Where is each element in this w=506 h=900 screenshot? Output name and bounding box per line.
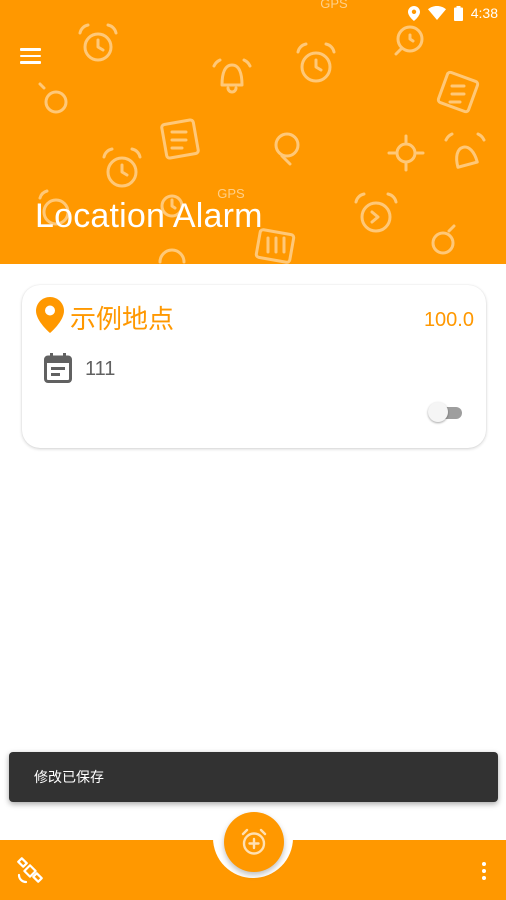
crosshair-icon xyxy=(387,134,425,172)
bell-icon xyxy=(444,132,486,169)
calendar-icon xyxy=(44,353,72,383)
more-vertical-icon[interactable] xyxy=(474,857,494,885)
alarm-clock-icon xyxy=(158,248,186,264)
radius-value: 100.0 xyxy=(423,309,474,331)
alarm-clock-icon xyxy=(354,192,398,233)
alarm-card[interactable]: 示例地点 100.0 111 xyxy=(22,285,486,448)
location-name: 示例地点 xyxy=(70,305,175,335)
battery-icon xyxy=(453,5,463,21)
watch-icon xyxy=(38,82,68,114)
alarm-clock-icon xyxy=(78,23,118,62)
status-time: 4:38 xyxy=(470,5,498,21)
watch-icon xyxy=(394,25,424,56)
watch-icon xyxy=(274,132,300,166)
alarm-enable-toggle[interactable] xyxy=(428,401,464,423)
watch-icon xyxy=(431,224,456,255)
snackbar-message: 修改已保存 xyxy=(34,770,104,786)
wifi-icon xyxy=(427,6,446,20)
alarm-clock-icon xyxy=(296,42,336,83)
document-icon xyxy=(160,118,200,160)
satellite-button[interactable] xyxy=(14,855,46,887)
location-pin-icon xyxy=(407,5,420,21)
add-alarm-button[interactable] xyxy=(224,812,284,872)
status-bar: 4:38 xyxy=(0,0,506,26)
satellite-icon xyxy=(17,857,43,884)
app-header: GPS GPS 4:38 Location Alarm xyxy=(0,0,506,264)
location-pin-icon xyxy=(36,297,64,333)
alarm-note: 111 xyxy=(85,358,116,380)
hamburger-menu-icon[interactable] xyxy=(14,40,46,72)
snackbar: 修改已保存 xyxy=(9,752,498,802)
bell-icon xyxy=(212,58,252,94)
add-alarm-icon xyxy=(241,828,267,855)
toggle-thumb xyxy=(428,402,448,422)
page-title: Location Alarm xyxy=(35,197,263,235)
alarm-clock-icon xyxy=(102,147,142,188)
checklist-icon xyxy=(436,70,480,114)
